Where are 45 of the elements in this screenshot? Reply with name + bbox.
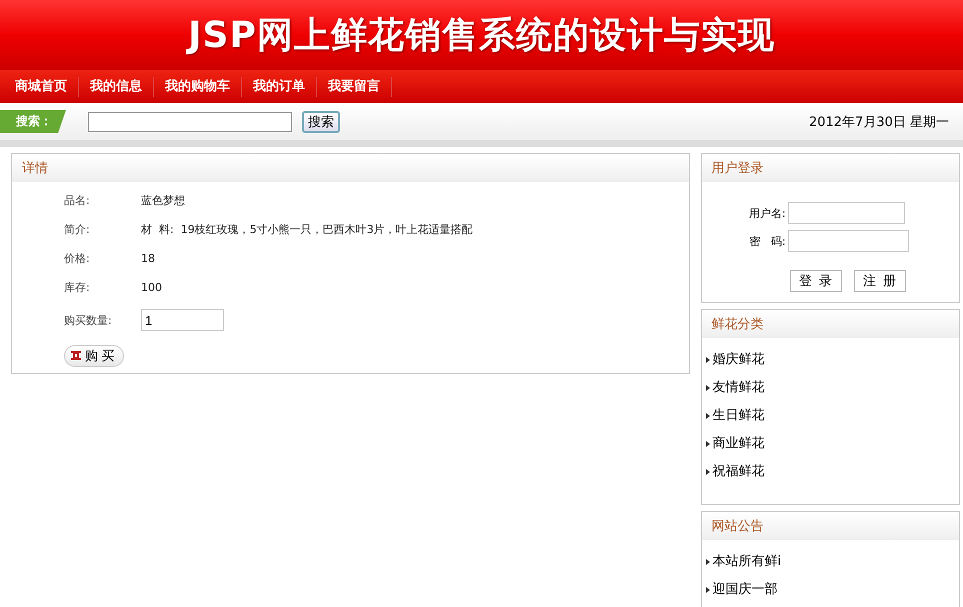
search-field[interactable] (88, 112, 292, 132)
panel-title: 鲜花分类 (712, 316, 764, 333)
login-button[interactable]: 登 录 (790, 270, 842, 292)
category-link[interactable]: 婚庆鲜花 (706, 346, 959, 374)
field-label: 品名: (64, 193, 91, 208)
category-link[interactable]: 商业鲜花 (706, 430, 959, 458)
search-button[interactable]: 搜索 (302, 110, 340, 132)
field-label: 价格: (64, 251, 91, 266)
category-link[interactable]: 友情鲜花 (706, 374, 959, 402)
field-value: 材 料: 19枝红玫瑰，5寸小熊一只，巴西木叶3片，叶上花适量搭配 (141, 222, 473, 237)
field-label: 简介: (64, 222, 91, 237)
notice-link[interactable]: 迎国庆一部 (706, 576, 959, 604)
chevron-icon (706, 469, 710, 475)
chevron-icon (706, 587, 710, 593)
search-label: 搜索： (0, 110, 66, 133)
chevron-icon (706, 559, 710, 565)
username-field[interactable] (788, 202, 905, 224)
nav-link[interactable]: 商城首页 (4, 76, 79, 96)
quantity-field[interactable]: 1 (141, 309, 224, 331)
panel-title: 详情 (22, 160, 48, 177)
field-label: 库存: (64, 280, 91, 295)
nav-link[interactable]: 我的信息 (79, 76, 154, 96)
chevron-icon (706, 385, 710, 391)
field-label: 密 码: (748, 234, 786, 248)
buy-button[interactable]: 购 买 (64, 344, 124, 366)
nav-link[interactable]: 我要留言 (317, 76, 392, 96)
site-title: JSP网上鲜花销售系统的设计与实现 (188, 14, 775, 58)
field-value: 100 (141, 281, 162, 294)
notice-link[interactable]: 本站所有鲜i (706, 548, 959, 576)
field-label: 用户名: (748, 206, 786, 220)
nav-link[interactable]: 我的订单 (242, 76, 317, 96)
date-text: 2012年7月30日 星期一 (808, 114, 949, 130)
chevron-icon (706, 357, 710, 363)
chevron-icon (706, 413, 710, 419)
category-link[interactable]: 祝福鲜花 (706, 458, 959, 486)
category-link[interactable]: 生日鲜花 (706, 402, 959, 430)
nav-link[interactable]: 我的购物车 (154, 76, 242, 96)
field-value: 蓝色梦想 (141, 193, 185, 208)
register-button[interactable]: 注 册 (854, 270, 906, 292)
field-value: 18 (141, 252, 155, 265)
panel-title: 网站公告 (712, 518, 764, 535)
panel-title: 用户登录 (712, 160, 764, 177)
field-label: 购买数量: (64, 312, 113, 328)
chevron-icon (706, 441, 710, 447)
password-field[interactable] (788, 230, 909, 252)
